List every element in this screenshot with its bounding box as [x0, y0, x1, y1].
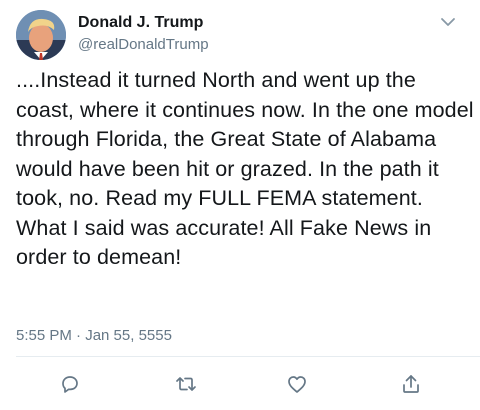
share-icon[interactable] [399, 372, 423, 396]
divider [16, 356, 480, 357]
tweet-timestamp[interactable]: 5:55 PM · Jan 55, 5555 [16, 326, 172, 346]
profile-photo-image [16, 10, 66, 60]
retweet-icon[interactable] [174, 372, 198, 396]
like-icon[interactable] [285, 372, 309, 396]
tweet-text: ....Instead it turned North and went up … [16, 68, 480, 269]
chevron-down-icon[interactable] [437, 14, 459, 30]
user-handle[interactable]: @realDonaldTrump [78, 35, 209, 55]
display-name[interactable]: Donald J. Trump [78, 13, 203, 33]
tweet-card: Donald J. Trump @realDonaldTrump ....Ins… [0, 0, 480, 410]
avatar[interactable] [16, 10, 66, 60]
reply-icon[interactable] [58, 372, 82, 396]
